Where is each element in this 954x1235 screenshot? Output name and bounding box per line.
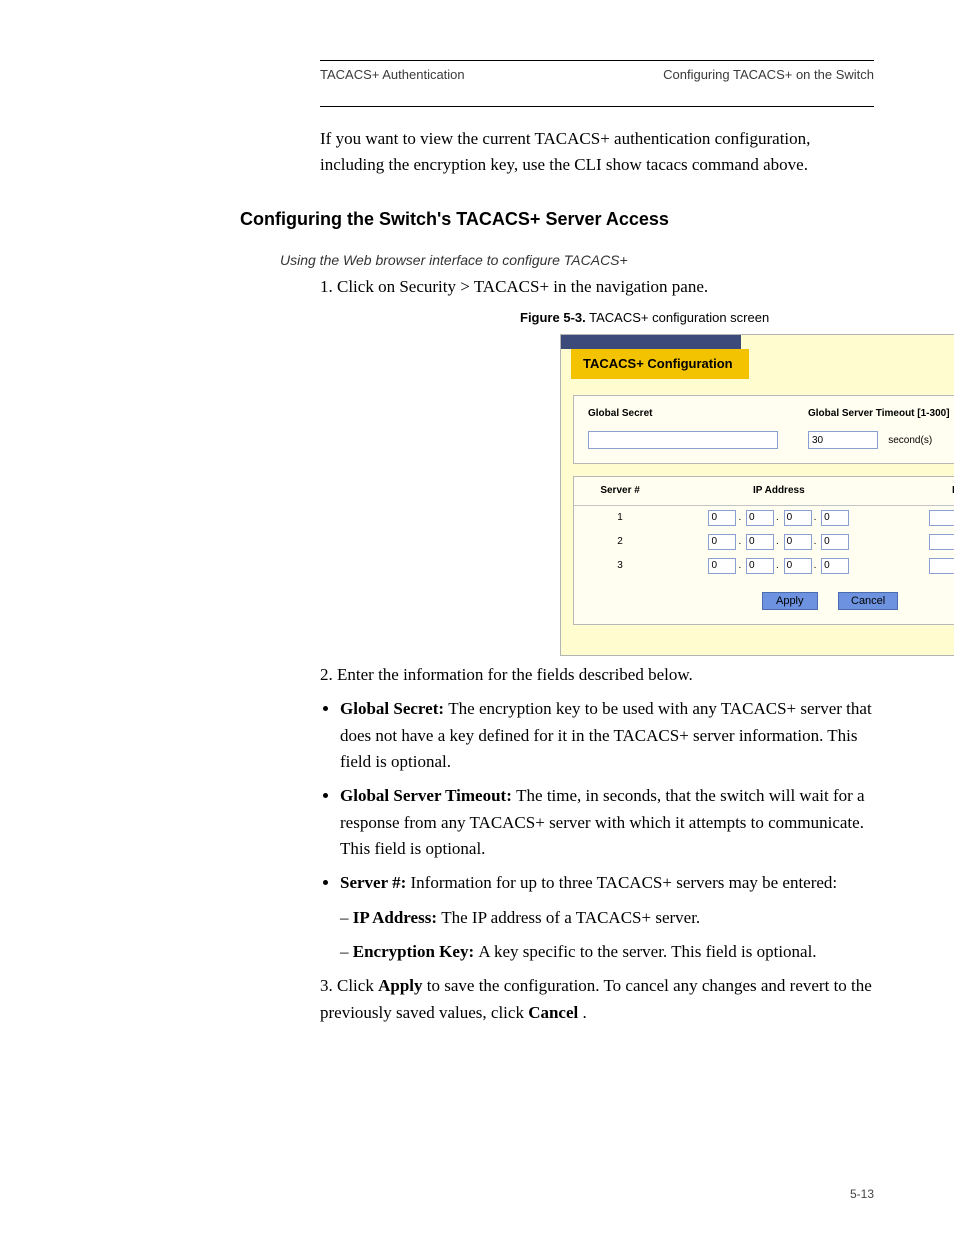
server-num: 3 [574,554,666,578]
figure-number: Figure 5-3. [520,310,586,325]
subnote-lead: Encryption Key: [353,942,479,961]
subsection-title: Using the Web browser interface to confi… [280,252,874,268]
server-num: 2 [574,530,666,554]
step-2: 2. Enter the information for the fields … [320,662,874,688]
running-head-left: TACACS+ Authentication [320,67,465,82]
tacacs-config-panel: TACACS+ Configuration Global Secret Glob… [560,334,954,656]
server-num: 1 [574,505,666,530]
encryption-key-input[interactable] [929,510,954,526]
server-table: Server # IP Address Encryption Key 1 . [574,477,954,578]
global-timeout-label: Global Server Timeout [1-300] [808,406,950,422]
col-key: Encryption Key [891,477,954,505]
field-notes: Global Secret: The encryption key to be … [320,696,874,965]
ip-octet-input[interactable] [821,510,849,526]
col-ip: IP Address [666,477,891,505]
step-3: 3. Click Apply to save the configuration… [320,973,874,1026]
ip-octet-input[interactable] [746,558,774,574]
note-lead: Global Server Timeout: [340,786,516,805]
intro-paragraph: If you want to view the current TACACS+ … [320,126,874,179]
list-item: Global Secret: The encryption key to be … [340,696,874,775]
page-number: 5-13 [850,1187,874,1201]
list-item: Server #: Information for up to three TA… [340,870,874,965]
apply-button[interactable]: Apply [762,592,818,610]
ip-octet-input[interactable] [784,534,812,550]
panel-title: TACACS+ Configuration [571,349,749,379]
global-secret-label: Global Secret [588,406,778,422]
running-head-right: Configuring TACACS+ on the Switch [663,67,874,82]
cancel-label-ref: Cancel [528,1003,578,1022]
apply-label-ref: Apply [378,976,422,995]
encryption-key-input[interactable] [929,534,954,550]
table-row: 1 . . . [574,505,954,530]
subnote-body: A key specific to the server. This field… [478,942,816,961]
cancel-button[interactable]: Cancel [838,592,898,610]
panel-titlebar-accent [561,335,741,349]
ip-octet-input[interactable] [784,510,812,526]
header-rule [320,106,874,120]
server-table-box: Server # IP Address Encryption Key 1 . [573,476,954,625]
ip-octet-input[interactable] [746,510,774,526]
figure-caption-text: TACACS+ configuration screen [589,310,769,325]
ip-octet-input[interactable] [708,534,736,550]
global-settings-box: Global Secret Global Server Timeout [1-3… [573,395,954,464]
note-lead: Global Secret: [340,699,448,718]
encryption-key-input[interactable] [929,558,954,574]
ip-octet-input[interactable] [821,534,849,550]
subnote-body: The IP address of a TACACS+ server. [441,908,700,927]
list-item: Global Server Timeout: The time, in seco… [340,783,874,862]
note-body: Information for up to three TACACS+ serv… [411,873,838,892]
ip-octet-input[interactable] [746,534,774,550]
ip-octet-input[interactable] [708,558,736,574]
step3-part: . [583,1003,587,1022]
global-secret-input[interactable] [588,431,778,449]
table-row: 2 . . . [574,530,954,554]
global-timeout-input[interactable] [808,431,878,449]
subnote-lead: IP Address: [353,908,442,927]
table-row: 3 . . . [574,554,954,578]
ip-octet-input[interactable] [708,510,736,526]
sublist-item: Encryption Key: A key specific to the se… [340,939,874,965]
seconds-label: second(s) [888,435,932,446]
ip-octet-input[interactable] [784,558,812,574]
note-lead: Server #: [340,873,411,892]
step-1: 1. Click on Security > TACACS+ in the na… [320,274,874,300]
ip-octet-input[interactable] [821,558,849,574]
sublist-item: IP Address: The IP address of a TACACS+ … [340,905,874,931]
section-title: Configuring the Switch's TACACS+ Server … [240,209,874,230]
step3-part: 3. Click [320,976,378,995]
col-server: Server # [574,477,666,505]
